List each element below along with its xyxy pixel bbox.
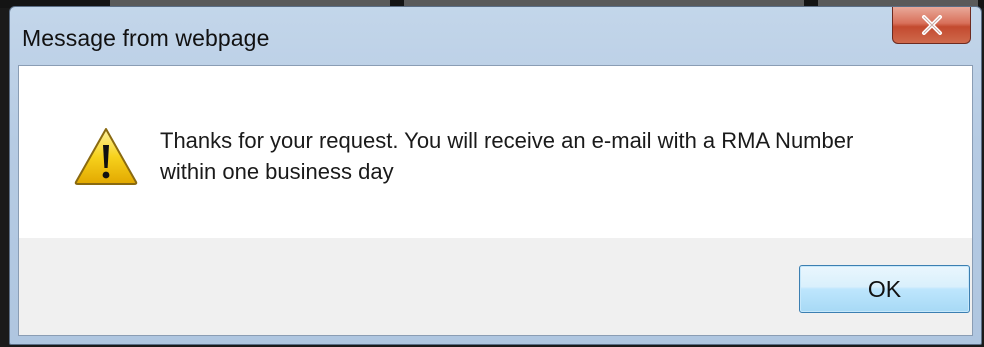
close-icon: [922, 15, 942, 35]
message-line: Thanks for your request. You will receiv…: [160, 128, 854, 153]
button-bar: OK: [19, 238, 972, 335]
close-button[interactable]: [892, 7, 971, 44]
message-line: within one business day: [160, 159, 394, 184]
ok-button[interactable]: OK: [799, 265, 970, 313]
dialog-titlebar[interactable]: Message from webpage: [10, 7, 981, 65]
message-dialog: Message from webpage Thanks for your req…: [9, 6, 982, 345]
dialog-message: Thanks for your request. You will receiv…: [160, 125, 940, 187]
dialog-title: Message from webpage: [22, 25, 270, 51]
message-panel: Thanks for your request. You will receiv…: [19, 66, 972, 238]
dialog-body: Thanks for your request. You will receiv…: [18, 65, 973, 336]
warning-icon: [74, 128, 138, 185]
